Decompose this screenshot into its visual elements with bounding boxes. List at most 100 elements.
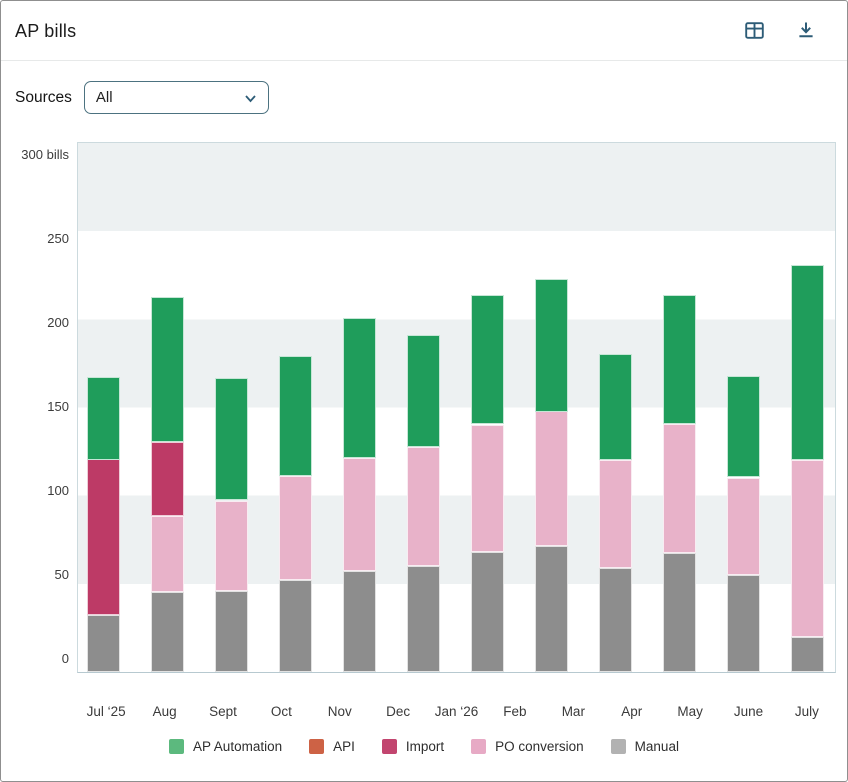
legend-swatch-icon bbox=[611, 739, 626, 754]
table-view-icon bbox=[744, 20, 765, 44]
card-header: AP bills bbox=[1, 1, 847, 60]
legend-item-manual[interactable]: Manual bbox=[611, 739, 679, 754]
bar-segment-ap-automation[interactable] bbox=[407, 335, 440, 447]
bar-segment-manual[interactable] bbox=[215, 591, 248, 672]
bar-segment-ap-automation[interactable] bbox=[471, 295, 504, 424]
bar-segment-po-conversion[interactable] bbox=[535, 411, 568, 546]
bar-segment-manual[interactable] bbox=[471, 552, 504, 672]
x-axis-tick-label: Aug bbox=[135, 683, 193, 719]
page-title: AP bills bbox=[15, 21, 76, 42]
stacked-bar[interactable] bbox=[279, 355, 312, 672]
bar-segment-ap-automation[interactable] bbox=[151, 297, 184, 442]
y-axis-labels: 300 bills 250 200 150 100 50 0 bbox=[1, 142, 69, 673]
stacked-bar[interactable] bbox=[599, 353, 632, 672]
bar-segment-po-conversion[interactable] bbox=[215, 501, 248, 591]
sources-dropdown[interactable]: All bbox=[84, 81, 269, 114]
x-axis-tick-label: Mar bbox=[544, 683, 602, 719]
x-axis-tick-label: July bbox=[778, 683, 836, 719]
bar-segment-manual[interactable] bbox=[279, 580, 312, 672]
bar-segment-po-conversion[interactable] bbox=[343, 458, 376, 571]
legend-item-ap-automation[interactable]: AP Automation bbox=[169, 739, 282, 754]
x-axis-tick-label: Jan ‘26 bbox=[427, 683, 485, 719]
download-icon bbox=[796, 20, 816, 43]
y-axis-tick-label: 50 bbox=[1, 566, 69, 584]
x-axis-labels: Jul ‘25AugSeptOctNovDecJan ‘26FebMarAprM… bbox=[77, 683, 836, 719]
legend-swatch-icon bbox=[309, 739, 324, 754]
bar-segment-ap-automation[interactable] bbox=[663, 295, 696, 424]
x-axis-tick-label: Sept bbox=[194, 683, 252, 719]
chart-region: 300 bills 250 200 150 100 50 0 Jul ‘25AugSeptO… bbox=[1, 132, 847, 782]
bar-segment-ap-automation[interactable] bbox=[727, 376, 760, 477]
ap-bills-card: AP bills bbox=[0, 0, 848, 782]
x-axis-tick-label: Apr bbox=[603, 683, 661, 719]
bar-segment-manual[interactable] bbox=[407, 566, 440, 672]
y-axis-tick-label: 0 bbox=[1, 650, 69, 668]
bar-segment-ap-automation[interactable] bbox=[87, 377, 120, 460]
y-axis-tick-label: 300 bills bbox=[1, 146, 69, 164]
legend-swatch-icon bbox=[169, 739, 184, 754]
x-axis-tick-label: Feb bbox=[486, 683, 544, 719]
bar-segment-manual[interactable] bbox=[791, 637, 824, 672]
x-axis-tick-label: Nov bbox=[311, 683, 369, 719]
y-axis-tick-label: 250 bbox=[1, 230, 69, 248]
sources-dropdown-value: All bbox=[96, 89, 113, 106]
stacked-bar[interactable] bbox=[343, 318, 376, 672]
bar-segment-manual[interactable] bbox=[343, 571, 376, 672]
bar-segment-ap-automation[interactable] bbox=[535, 279, 568, 412]
y-axis-tick-label: 200 bbox=[1, 314, 69, 332]
bar-segment-manual[interactable] bbox=[535, 546, 568, 672]
x-axis-tick-label: May bbox=[661, 683, 719, 719]
stacked-bar[interactable] bbox=[471, 295, 504, 672]
legend-item-po-conversion[interactable]: PO conversion bbox=[471, 739, 584, 754]
x-axis-tick-label: Jul ‘25 bbox=[77, 683, 135, 719]
bar-segment-ap-automation[interactable] bbox=[279, 356, 312, 476]
bar-segment-ap-automation[interactable] bbox=[599, 354, 632, 460]
legend-label: Manual bbox=[635, 739, 679, 754]
bar-segment-manual[interactable] bbox=[599, 568, 632, 672]
bar-segment-po-conversion[interactable] bbox=[407, 447, 440, 566]
controls-row: Sources All bbox=[1, 61, 847, 124]
table-view-button[interactable] bbox=[743, 21, 765, 43]
bar-segment-manual[interactable] bbox=[663, 553, 696, 672]
bar-segment-po-conversion[interactable] bbox=[471, 425, 504, 552]
bar-segment-manual[interactable] bbox=[151, 592, 184, 672]
y-axis-tick-label: 100 bbox=[1, 482, 69, 500]
stacked-bar[interactable] bbox=[87, 376, 120, 672]
stacked-bar[interactable] bbox=[791, 265, 824, 672]
bar-segment-po-conversion[interactable] bbox=[599, 460, 632, 568]
legend-label: PO conversion bbox=[495, 739, 584, 754]
x-axis-tick-label: Dec bbox=[369, 683, 427, 719]
legend-item-api[interactable]: API bbox=[309, 739, 355, 754]
bar-segment-po-conversion[interactable] bbox=[663, 424, 696, 553]
stacked-bar[interactable] bbox=[727, 376, 760, 672]
stacked-bar[interactable] bbox=[663, 295, 696, 672]
bar-segment-manual[interactable] bbox=[87, 615, 120, 672]
legend-item-import[interactable]: Import bbox=[382, 739, 444, 754]
legend-label: AP Automation bbox=[193, 739, 282, 754]
legend: AP Automation API Import PO conversion Manua… bbox=[1, 739, 847, 754]
download-button[interactable] bbox=[795, 21, 817, 43]
bar-segment-po-conversion[interactable] bbox=[279, 476, 312, 580]
stacked-bar[interactable] bbox=[535, 279, 568, 672]
bar-segment-po-conversion[interactable] bbox=[151, 516, 184, 592]
bar-segment-import[interactable] bbox=[151, 442, 184, 516]
bar-segment-po-conversion[interactable] bbox=[727, 478, 760, 575]
bar-segment-po-conversion[interactable] bbox=[791, 460, 824, 637]
legend-swatch-icon bbox=[382, 739, 397, 754]
stacked-bar[interactable] bbox=[215, 378, 248, 672]
plot-area bbox=[77, 142, 836, 673]
x-axis-tick-label: Oct bbox=[252, 683, 310, 719]
y-axis-tick-label: 150 bbox=[1, 398, 69, 416]
bar-segment-import[interactable] bbox=[87, 459, 120, 615]
x-axis-tick-label: June bbox=[719, 683, 777, 719]
bar-segment-ap-automation[interactable] bbox=[791, 265, 824, 460]
bar-segment-manual[interactable] bbox=[727, 575, 760, 672]
chevron-down-icon bbox=[243, 91, 258, 111]
legend-label: Import bbox=[406, 739, 444, 754]
legend-label: API bbox=[333, 739, 355, 754]
bar-segment-ap-automation[interactable] bbox=[343, 318, 376, 458]
bar-segment-ap-automation[interactable] bbox=[215, 378, 248, 500]
stacked-bar[interactable] bbox=[407, 336, 440, 672]
stacked-bar[interactable] bbox=[151, 297, 184, 672]
sources-label: Sources bbox=[15, 89, 72, 107]
